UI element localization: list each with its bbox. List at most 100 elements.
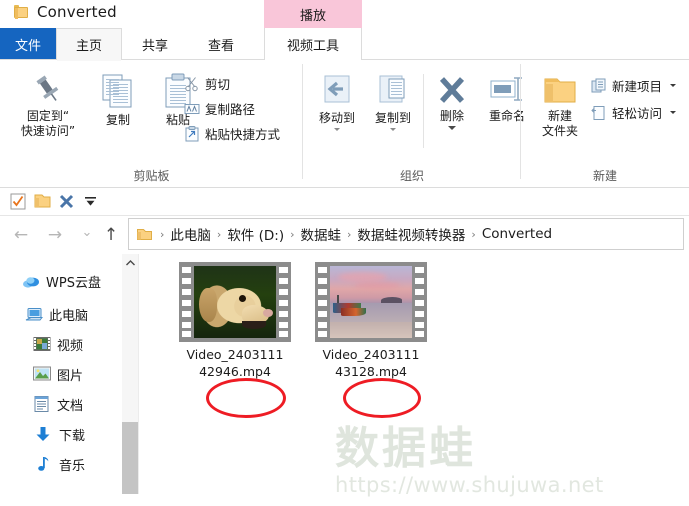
copy-button[interactable]: 复制 xyxy=(88,72,148,128)
file-list: Video_2403111 42946.mp4 Video_2403111 43… xyxy=(139,254,689,494)
computer-icon xyxy=(25,306,44,323)
new-folder-label-line2: 文件夹 xyxy=(541,124,578,138)
video-icon xyxy=(33,336,51,353)
sidebar-item-label: 下载 xyxy=(59,428,86,444)
tab-video-tools[interactable]: 视频工具 xyxy=(264,28,362,61)
new-item-label: 新建项目 xyxy=(612,79,663,94)
paste-shortcut-label: 粘贴快捷方式 xyxy=(205,127,281,142)
file-name-line1: Video_2403111 xyxy=(186,347,284,362)
breadcrumb-separator: › xyxy=(347,227,352,241)
paste-shortcut-button[interactable]: 粘贴快捷方式 xyxy=(184,124,280,143)
pin-label-line1: 固定到“ xyxy=(26,109,70,123)
tab-home[interactable]: 主页 xyxy=(56,28,122,61)
new-folder-button[interactable]: 新建 文件夹 xyxy=(531,74,589,139)
qat-delete-icon[interactable] xyxy=(58,193,75,213)
copy-to-caret-icon[interactable] xyxy=(390,128,396,131)
scrollbar-thumb[interactable] xyxy=(122,422,138,494)
move-to-label: 移动到 xyxy=(318,111,355,125)
pin-icon xyxy=(31,72,65,106)
breadcrumb-item-converted[interactable]: Converted xyxy=(482,226,552,242)
sidebar-item-label: 音乐 xyxy=(59,458,86,474)
navigation-pane-scrollbar[interactable] xyxy=(122,254,139,494)
copy-path-label: 复制路径 xyxy=(205,102,256,117)
easy-access-button[interactable]: 轻松访问 xyxy=(591,103,677,122)
title-bar: Converted 播放 xyxy=(0,0,689,28)
cut-button[interactable]: 剪切 xyxy=(184,74,230,93)
ribbon-tab-row: 文件 主页 共享 查看 视频工具 xyxy=(0,28,689,61)
music-note-icon xyxy=(35,456,53,473)
back-button[interactable]: ← xyxy=(10,224,32,246)
copy-to-icon xyxy=(375,74,411,108)
tab-file[interactable]: 文件 xyxy=(0,28,56,60)
breadcrumb-separator: › xyxy=(290,227,295,241)
ribbon-group-clipboard: 固定到“ 快速访问” 复制 粘贴 剪切 复制路径 粘贴快捷方式 剪贴板 xyxy=(0,60,303,187)
file-name-line2: 42946.mp4 xyxy=(199,364,271,379)
delete-x-icon xyxy=(435,74,469,106)
navigation-pane: WPS云盘 此电脑 视频 图片 文档 下载 音乐 xyxy=(0,254,123,494)
file-name-line2: 43128.mp4 xyxy=(335,364,407,379)
copy-to-label: 复制到 xyxy=(374,111,411,125)
breadcrumb-item-converter[interactable]: 数据蛙视频转换器 xyxy=(357,224,465,244)
breadcrumb-separator: › xyxy=(471,227,476,241)
sidebar-item-label: 图片 xyxy=(57,368,84,384)
move-to-button[interactable]: 移动到 xyxy=(309,74,365,131)
ribbon-group-label-new: 新建 xyxy=(592,169,617,183)
picture-icon xyxy=(33,366,51,383)
file-item-1[interactable]: Video_2403111 42946.mp4 xyxy=(172,262,298,380)
delete-button[interactable]: 删除 xyxy=(427,74,477,130)
breadcrumb[interactable]: › 此电脑 › 软件 (D:) › 数据蛙 › 数据蛙视频转换器 › Conve… xyxy=(128,218,684,250)
up-button[interactable]: ↑ xyxy=(100,224,122,246)
content-area: WPS云盘 此电脑 视频 图片 文档 下载 音乐 Video_2403111 4… xyxy=(0,254,689,494)
easy-access-caret-icon[interactable] xyxy=(670,111,677,114)
file-item-2[interactable]: Video_2403111 43128.mp4 xyxy=(308,262,434,380)
tab-share[interactable]: 共享 xyxy=(122,28,188,60)
pin-label-line2: 快速访问” xyxy=(20,124,76,138)
copy-path-button[interactable]: 复制路径 xyxy=(184,99,255,118)
ribbon-group-new: 新建 文件夹 新建项目 轻松访问 新建 xyxy=(521,60,689,187)
delete-caret-icon[interactable] xyxy=(448,126,456,130)
paste-shortcut-icon xyxy=(184,125,200,142)
copy-path-icon xyxy=(184,101,200,117)
copy-to-button[interactable]: 复制到 xyxy=(365,74,421,131)
scroll-up-chevron-icon[interactable] xyxy=(122,254,138,271)
annotation-circle-file-2 xyxy=(343,378,421,418)
breadcrumb-separator: › xyxy=(160,227,165,241)
file-name-2: Video_2403111 43128.mp4 xyxy=(308,346,434,380)
annotation-circle-file-1 xyxy=(206,378,286,418)
forward-button[interactable]: → xyxy=(44,224,66,246)
new-folder-label-line1: 新建 xyxy=(547,109,572,123)
breadcrumb-item-drive-d[interactable]: 软件 (D:) xyxy=(227,224,284,244)
ribbon-group-label-clipboard: 剪贴板 xyxy=(133,169,170,183)
tab-view[interactable]: 查看 xyxy=(188,28,254,60)
pin-to-quick-access-button[interactable]: 固定到“ 快速访问” xyxy=(8,72,88,139)
window-title: Converted xyxy=(37,3,117,21)
recent-locations-button[interactable]: ⌄ xyxy=(76,222,98,244)
video-thumbnail-dog xyxy=(179,262,291,342)
new-item-caret-icon[interactable] xyxy=(670,84,677,87)
ribbon: 固定到“ 快速访问” 复制 粘贴 剪切 复制路径 粘贴快捷方式 剪贴板 移动到 … xyxy=(0,60,689,188)
cut-label: 剪切 xyxy=(205,77,231,92)
address-bar: ← → ⌄ ↑ › 此电脑 › 软件 (D:) › 数据蛙 › 数据蛙视频转换器… xyxy=(0,216,689,254)
cloud-icon xyxy=(22,273,40,290)
contextual-tab-play[interactable]: 播放 xyxy=(264,0,362,28)
delete-label: 删除 xyxy=(439,109,464,123)
sidebar-item-label: 视频 xyxy=(57,338,84,354)
quick-access-toolbar xyxy=(0,188,689,216)
scissors-icon xyxy=(184,76,200,92)
easy-access-label: 轻松访问 xyxy=(612,106,663,121)
breadcrumb-item-shujuwa[interactable]: 数据蛙 xyxy=(301,224,342,244)
new-item-button[interactable]: 新建项目 xyxy=(591,76,677,95)
breadcrumb-item-this-pc[interactable]: 此电脑 xyxy=(170,224,211,244)
qat-properties-check-icon[interactable] xyxy=(10,193,26,213)
sidebar-item-label: 文档 xyxy=(57,398,84,414)
move-to-caret-icon[interactable] xyxy=(334,128,340,131)
easy-access-icon xyxy=(591,105,607,121)
qat-customize-chevron-down-icon[interactable] xyxy=(84,196,97,210)
file-name-line1: Video_2403111 xyxy=(322,347,420,362)
title-folder-icon xyxy=(14,5,29,19)
copy-icon xyxy=(100,72,136,110)
new-folder-icon xyxy=(541,74,579,106)
qat-new-folder-icon[interactable] xyxy=(34,193,51,212)
video-thumbnail-beach xyxy=(315,262,427,342)
ribbon-group-label-organize: 组织 xyxy=(399,169,424,183)
